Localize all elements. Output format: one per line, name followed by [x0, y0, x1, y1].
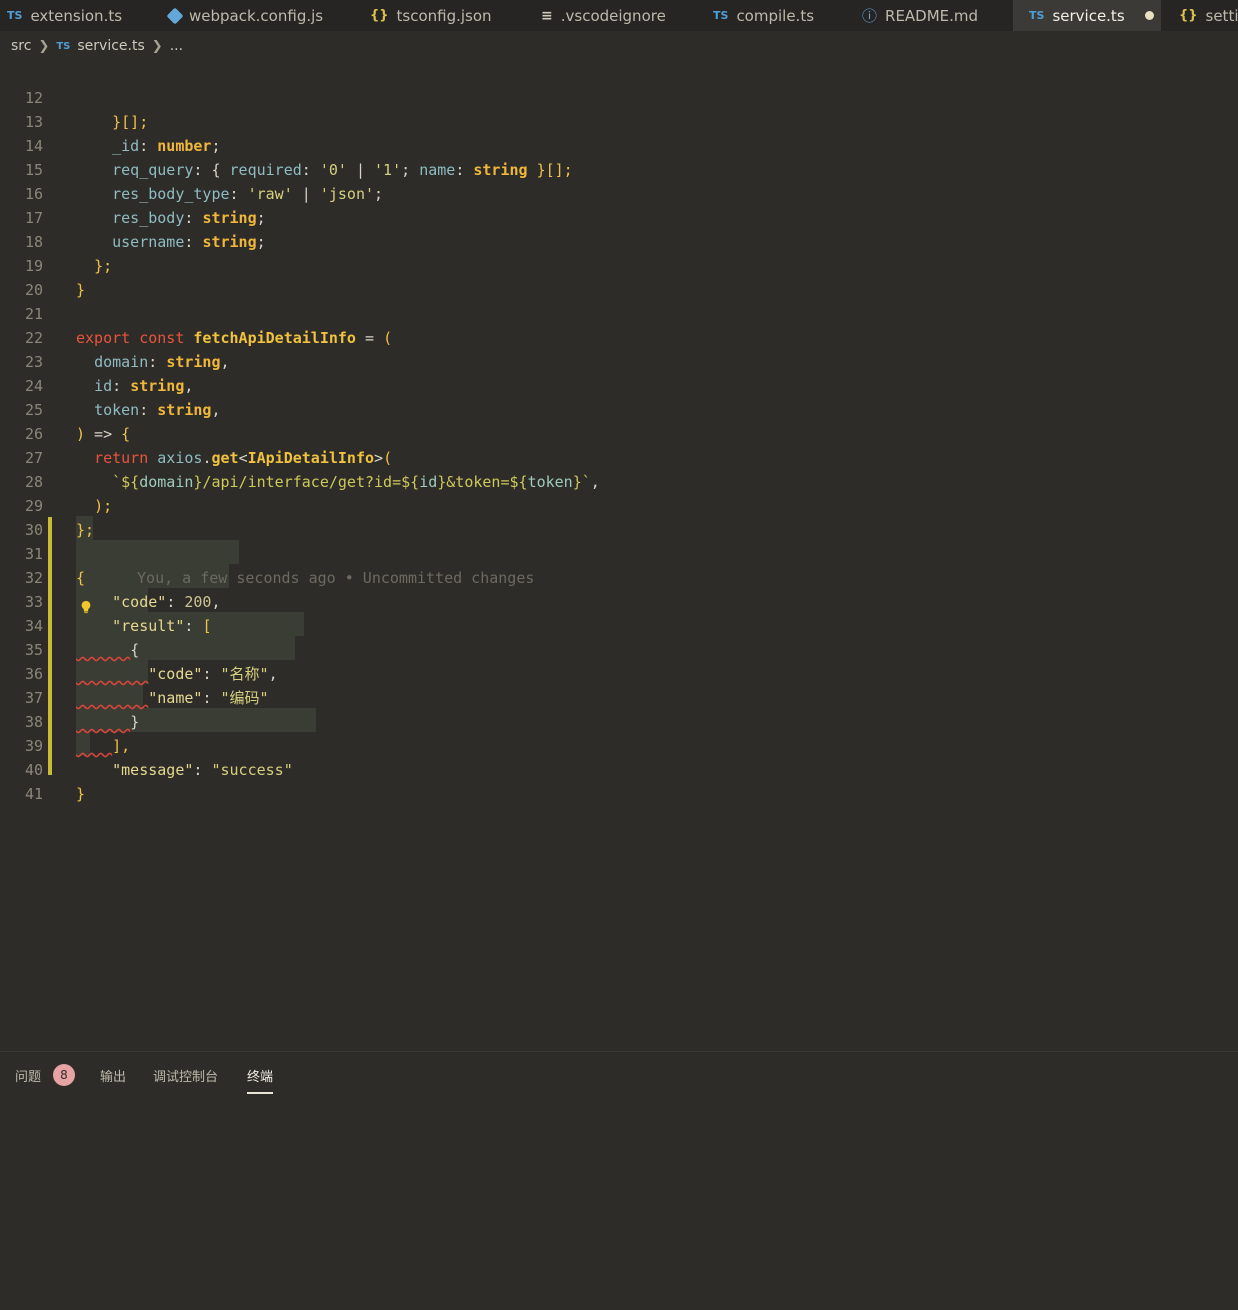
tab-label: service.ts	[1052, 6, 1125, 25]
editor-tab-bar: TS extension.ts webpack.config.js {} tsc…	[0, 0, 1238, 31]
tab-problems[interactable]: 问题	[15, 1066, 41, 1094]
json-icon: {}	[1179, 8, 1198, 23]
code-line: 13 _id: number;	[0, 86, 1238, 155]
code-line: 24 token: string,	[0, 350, 1238, 419]
tab-settings[interactable]: {} settin	[1179, 0, 1238, 31]
info-icon: ⓘ	[862, 7, 878, 25]
line-code: }	[76, 785, 86, 803]
tab-label: .vscodeignore	[560, 6, 666, 25]
code-line: 34 {	[0, 590, 1238, 659]
chevron-right-icon: ❯	[38, 38, 50, 54]
code-line: 29 };	[0, 470, 1238, 539]
tab-label: 调试控制台	[153, 1070, 219, 1085]
code-line: 18 };	[0, 206, 1238, 275]
tab-label: README.md	[885, 6, 979, 25]
tab-vscodeignore[interactable]: ≡ .vscodeignore	[541, 0, 666, 31]
tab-label: extension.ts	[30, 6, 123, 25]
code-line: 27 `${domain}/api/interface/get?id=${id}…	[0, 422, 1238, 491]
code-line: 17 username: string;	[0, 182, 1238, 251]
code-line: 14 req_query: { required: '0' | '1'; nam…	[0, 110, 1238, 179]
chevron-right-icon: ❯	[151, 38, 163, 54]
breadcrumb-file[interactable]: service.ts	[77, 38, 144, 54]
typescript-icon: TS	[7, 9, 23, 22]
tab-service-ts[interactable]: TS service.ts	[1013, 0, 1161, 31]
code-line: 35 "code": "名称",	[0, 614, 1238, 683]
line-number: 41	[24, 785, 43, 803]
tab-tsconfig-json[interactable]: {} tsconfig.json	[370, 0, 492, 31]
tab-label: webpack.config.js	[189, 6, 324, 25]
tab-label: compile.ts	[736, 6, 815, 25]
code-line: 40 }	[0, 734, 1238, 803]
breadcrumb-folder[interactable]: src	[11, 38, 31, 54]
code-line: 15 res_body_type: 'raw' | 'json';	[0, 134, 1238, 203]
tab-readme-md[interactable]: ⓘ README.md	[862, 0, 978, 31]
webpack-icon	[166, 7, 184, 24]
lightbulb-icon[interactable]	[80, 600, 92, 614]
tab-label: tsconfig.json	[396, 6, 492, 25]
code-line: 38 ],	[0, 686, 1238, 755]
tab-terminal[interactable]: 终端	[247, 1066, 274, 1094]
typescript-icon: TS	[1029, 9, 1045, 22]
code-line: 28 );	[0, 446, 1238, 515]
code-line: 41	[0, 758, 1238, 803]
code-line: 21 export const fetchApiDetailInfo = (	[0, 278, 1238, 347]
tab-output[interactable]: 输出	[100, 1066, 126, 1094]
code-line: 26 return axios.get<IApiDetailInfo>(	[0, 398, 1238, 467]
code-editor[interactable]: 12 }[]; 13 _id: number; 14 req_query: { …	[0, 62, 1238, 1047]
code-line: 22 domain: string,	[0, 302, 1238, 371]
tab-extension-ts[interactable]: TS extension.ts	[7, 0, 122, 31]
typescript-icon: TS	[713, 9, 729, 22]
code-line: 33 "result": [	[0, 566, 1238, 635]
ignore-file-icon: ≡	[541, 7, 553, 24]
code-line: 12 }[];	[0, 62, 1238, 131]
breadcrumb-more[interactable]: ...	[170, 38, 183, 54]
typescript-icon: TS	[56, 40, 71, 52]
breadcrumb: src ❯ TS service.ts ❯ ...	[11, 35, 183, 57]
code-line: 36 "name": "编码"	[0, 638, 1238, 707]
code-line: 19 }	[0, 230, 1238, 299]
code-line: 31 {You, a few seconds ago • Uncommitted…	[0, 518, 1238, 587]
code-line: 32 "code": 200,	[0, 542, 1238, 611]
code-line: 37 }	[0, 662, 1238, 731]
unsaved-dot-icon[interactable]	[1144, 11, 1154, 20]
problems-count-badge: 8	[53, 1064, 75, 1086]
git-modified-gutter-indicator[interactable]	[48, 517, 52, 775]
code-line: 20	[0, 254, 1238, 299]
tab-compile-ts[interactable]: TS compile.ts	[713, 0, 814, 31]
json-icon: {}	[370, 8, 389, 23]
tab-debug-console[interactable]: 调试控制台	[153, 1066, 218, 1094]
code-line: 30	[0, 494, 1238, 539]
code-line: 25 ) => {	[0, 374, 1238, 443]
tab-label: 输出	[100, 1070, 127, 1085]
tab-label: 终端	[247, 1070, 274, 1085]
bottom-panel: 问题 8 输出 调试控制台 终端	[0, 1051, 1238, 1310]
code-line: 39 "message": "success"	[0, 710, 1238, 779]
tab-label: 问题	[15, 1070, 42, 1085]
tab-webpack-config[interactable]: webpack.config.js	[166, 0, 324, 31]
code-line: 16 res_body: string;	[0, 158, 1238, 227]
tab-label: settin	[1205, 6, 1238, 25]
code-line: 23 id: string,	[0, 326, 1238, 395]
